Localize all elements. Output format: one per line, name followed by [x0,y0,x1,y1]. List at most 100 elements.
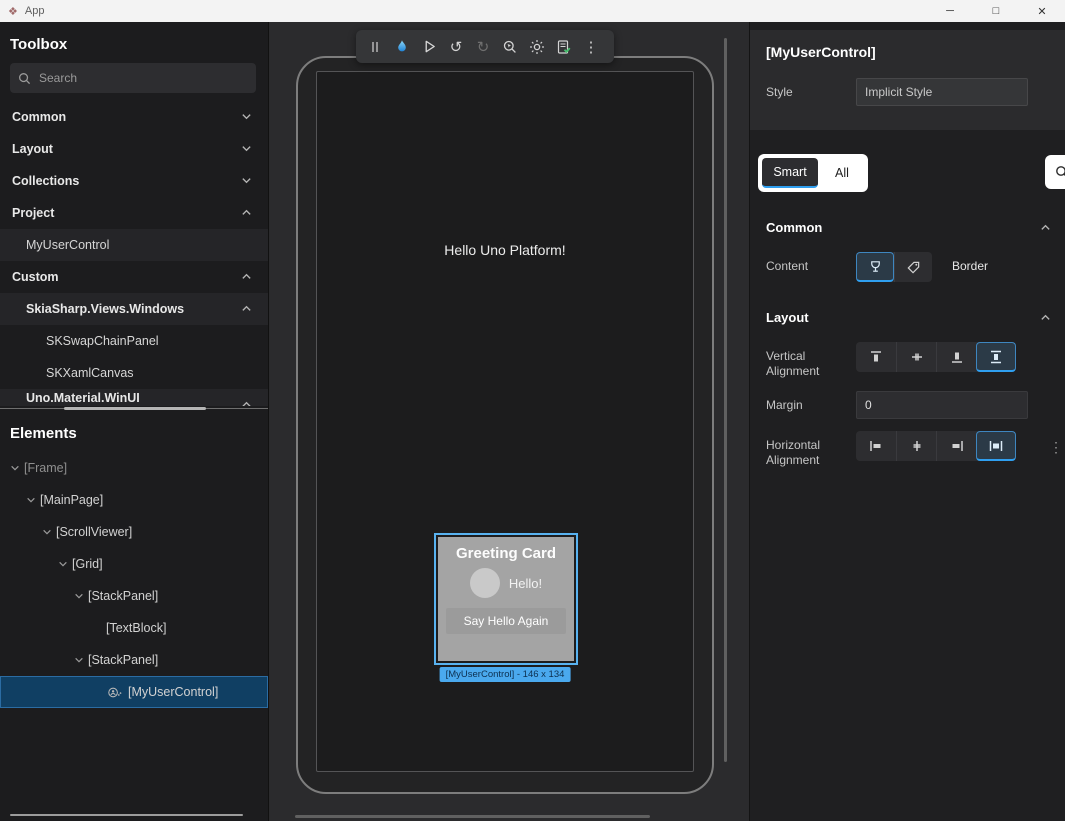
chevron-up-icon [241,303,252,314]
canvas-vertical-scrollbar[interactable] [724,38,727,762]
margin-input[interactable] [856,391,1028,419]
tree-item-label: [MainPage] [40,493,103,507]
tree-item-stackpanel-2[interactable]: [StackPanel] [0,644,268,676]
elements-title: Elements [0,411,268,452]
content-presenter-toggle[interactable] [856,252,894,282]
hot-reload-flame-button[interactable] [391,35,413,59]
card-message-row: Hello! [438,568,574,598]
chevron-down-icon [241,175,252,186]
stretch-horizontal-button[interactable] [976,431,1016,461]
drag-handle-icon[interactable] [364,35,386,59]
inspect-element-button[interactable] [499,35,521,59]
align-left-button[interactable] [856,431,896,461]
chevron-up-icon [241,271,252,282]
undo-button[interactable]: ↺ [445,35,467,59]
toolbox-item-skswapchainpanel[interactable]: SKSwapChainPanel [0,325,268,357]
toolbox-section-custom[interactable]: Custom [0,261,268,293]
tree-item-grid[interactable]: [Grid] [0,548,268,580]
section-common[interactable]: Common [750,214,1065,240]
avatar-circle [470,568,500,598]
tree-item-frame[interactable]: [Frame] [0,452,268,484]
card-message: Hello! [509,576,542,591]
section-label: Common [766,220,822,235]
toolbox-group-skiasharp[interactable]: SkiaSharp.Views.Windows [0,293,268,325]
tree-item-label: [StackPanel] [88,589,158,603]
tree-item-stackpanel-1[interactable]: [StackPanel] [0,580,268,612]
vertical-alignment-row: Vertical Alignment [750,342,1065,379]
chevron-down-icon [58,559,68,569]
row-more-button[interactable]: ⋮ [1049,439,1063,456]
sun-icon [529,39,545,55]
properties-header: [MyUserControl] Style [750,30,1065,130]
pending-changes-button[interactable] [553,35,575,59]
greeting-card-control[interactable]: Greeting Card Hello! Say Hello Again [438,537,574,661]
toolbox-group-uno-material[interactable]: Uno.Material.WinUI [0,389,268,406]
device-screen: Hello Uno Platform! Greeting Card Hello!… [316,71,694,772]
minimize-button[interactable]: ─ [927,0,973,22]
toolbar-more-button[interactable]: ⋮ [580,35,602,59]
left-panel-scrollbar[interactable] [10,814,243,816]
align-right-button[interactable] [936,431,976,461]
changes-check-icon [556,39,572,55]
vertical-alignment-toggle [856,342,1016,372]
align-center-vertical-button[interactable] [896,342,936,372]
properties-search-button[interactable] [1045,155,1065,189]
inspect-element-icon [502,39,518,55]
stretch-horizontal-icon [988,438,1004,454]
toolbox-item-label: MyUserControl [26,238,109,252]
hot-design-toolbar: ↺ ↻ [356,30,614,63]
chevron-down-icon [26,495,36,505]
tab-smart[interactable]: Smart [762,158,818,188]
tree-item-mainpage[interactable]: [MainPage] [0,484,268,516]
tree-item-label: [Grid] [72,557,103,571]
toolbox-section-layout[interactable]: Layout [0,133,268,165]
toolbox-item-skxamlcanvas[interactable]: SKXamlCanvas [0,357,268,389]
toolbox-section-project[interactable]: Project [0,197,268,229]
tree-item-textblock[interactable]: [TextBlock] [0,612,268,644]
content-label: Content [766,252,856,274]
align-bottom-button[interactable] [936,342,976,372]
toolbox-item-myusercontrol[interactable]: MyUserControl [0,229,268,261]
content-mode-toggle [856,252,932,282]
tab-group: Smart All [758,154,868,192]
horizontal-alignment-label: Horizontal Alignment [766,431,856,468]
horizontal-alignment-row: Horizontal Alignment [750,431,1065,468]
toolbox-search[interactable] [10,63,256,93]
selection-size-badge: [MyUserControl] - 146 x 134 [440,667,571,682]
tab-all[interactable]: All [820,158,864,188]
toolbox-search-input[interactable] [39,71,219,85]
content-row: Content Border [750,252,1065,282]
section-label: Project [12,206,54,220]
redo-button[interactable]: ↻ [472,35,494,59]
group-label: Uno.Material.WinUI [26,391,140,405]
chevron-up-icon [241,399,252,406]
close-button[interactable]: ✕ [1019,0,1065,22]
vertical-alignment-label: Vertical Alignment [766,342,856,379]
chevron-down-icon [241,143,252,154]
align-center-horizontal-button[interactable] [896,431,936,461]
maximize-button[interactable]: □ [973,0,1019,22]
panel-splitter[interactable] [0,406,268,411]
margin-row: Margin [750,391,1065,419]
section-layout[interactable]: Layout [750,304,1065,330]
properties-panel: [MyUserControl] Style Smart All Common [749,22,1065,821]
horizontal-alignment-toggle [856,431,1016,461]
tree-item-label: [StackPanel] [88,653,158,667]
tree-item-scrollviewer[interactable]: [ScrollViewer] [0,516,268,548]
search-icon [1055,165,1065,179]
content-presenter-icon [868,259,883,274]
stretch-vertical-button[interactable] [976,342,1016,372]
device-frame: Hello Uno Platform! Greeting Card Hello!… [296,56,714,794]
theme-toggle-button[interactable] [526,35,548,59]
toolbox-section-collections[interactable]: Collections [0,165,268,197]
content-tag-toggle[interactable] [894,252,932,282]
play-button[interactable] [418,35,440,59]
chevron-down-icon [74,655,84,665]
toolbox-section-common[interactable]: Common [0,101,268,133]
style-input[interactable] [856,78,1028,106]
align-top-button[interactable] [856,342,896,372]
tree-item-myusercontrol[interactable]: [MyUserControl] [0,676,268,708]
say-hello-again-button[interactable]: Say Hello Again [446,608,566,634]
selection-outline: Greeting Card Hello! Say Hello Again [434,533,578,665]
canvas-horizontal-scrollbar[interactable] [295,815,650,818]
